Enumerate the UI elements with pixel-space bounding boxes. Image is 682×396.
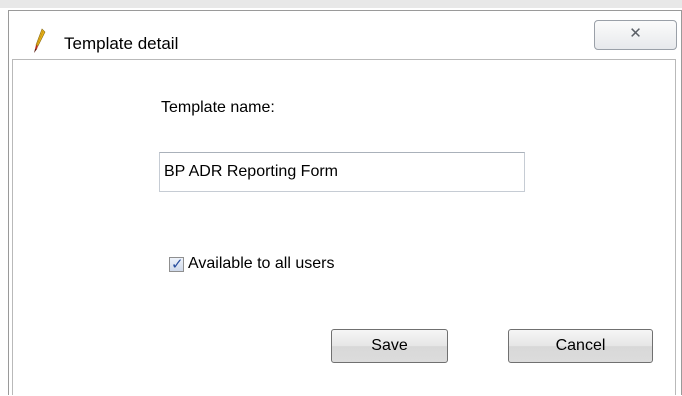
template-name-input[interactable] bbox=[159, 152, 525, 192]
close-button[interactable]: ✕ bbox=[594, 20, 677, 50]
window-title: Template detail bbox=[64, 34, 179, 53]
background-strip bbox=[0, 0, 682, 8]
close-icon: ✕ bbox=[629, 25, 642, 42]
dialog-body: Template name: ✓ Available to all users … bbox=[12, 59, 676, 395]
template-detail-dialog: Template detail ✕ Template name: ✓ Avail… bbox=[8, 10, 682, 395]
available-to-all-users-label[interactable]: Available to all users bbox=[188, 255, 334, 273]
template-name-label: Template name: bbox=[161, 99, 275, 116]
available-to-all-users-checkbox[interactable]: ✓ bbox=[169, 256, 184, 273]
screen: Template detail ✕ Template name: ✓ Avail… bbox=[0, 0, 682, 396]
save-button[interactable]: Save bbox=[331, 329, 448, 363]
title-bar[interactable]: Template detail ✕ bbox=[9, 11, 681, 59]
quill-pen-icon bbox=[34, 28, 46, 53]
cancel-button[interactable]: Cancel bbox=[508, 329, 653, 363]
checkmark-icon: ✓ bbox=[171, 256, 184, 273]
